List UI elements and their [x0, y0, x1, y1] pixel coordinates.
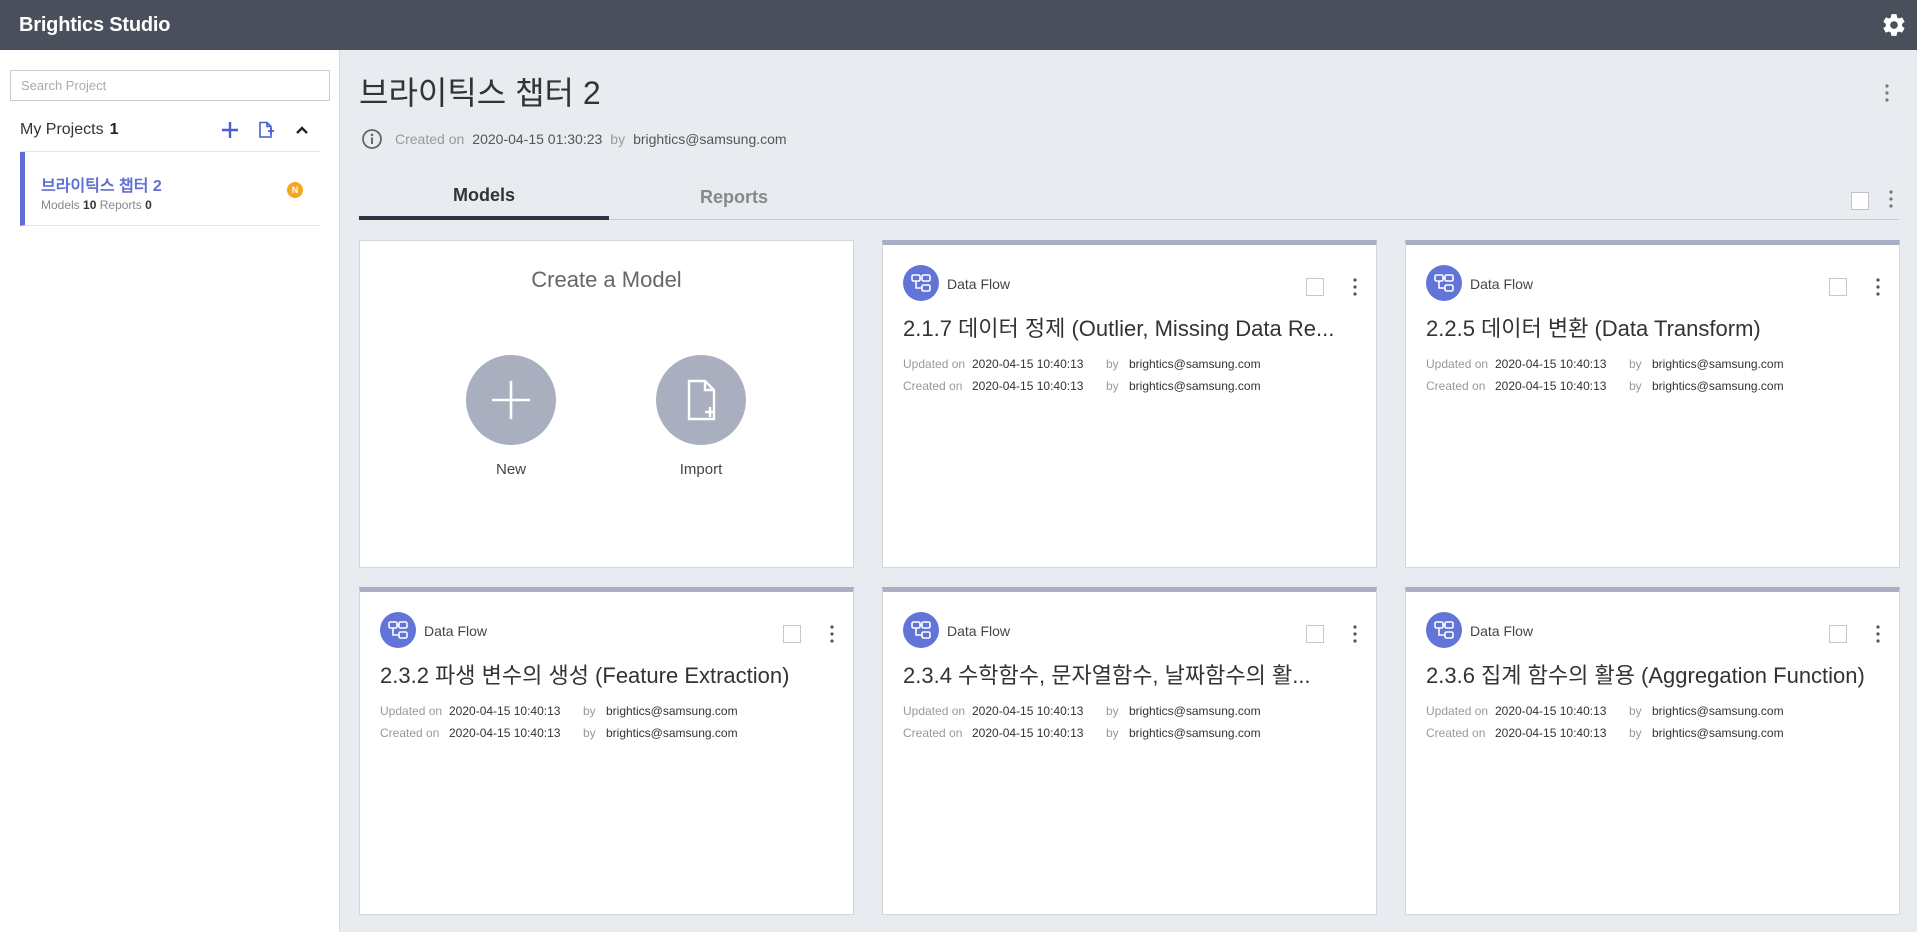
- model-checkbox[interactable]: [1306, 625, 1324, 643]
- plus-icon: [492, 381, 530, 419]
- select-all-checkbox[interactable]: [1851, 192, 1869, 210]
- model-updated-row: Updated on 2020-04-15 10:40:13 by brightics…: [903, 704, 1261, 718]
- my-projects-label: My Projects: [20, 121, 104, 138]
- model-card[interactable]: Data Flow 2.3.4 수학함수, 문자열함수, 날짜함수의 활... …: [882, 587, 1377, 915]
- info-icon: [362, 129, 382, 149]
- project-info: Created on 2020-04-15 01:30:23 by bright…: [361, 128, 787, 150]
- model-updated-row: Updated on 2020-04-15 10:40:13 by brightics…: [1426, 704, 1784, 718]
- file-plus-icon: [687, 379, 716, 421]
- created-label: Created on: [395, 131, 465, 147]
- model-created-row: Created on 2020-04-15 10:40:13 by brightics…: [1426, 726, 1784, 740]
- model-updated-row: Updated on 2020-04-15 10:40:13 by brightics…: [1426, 357, 1784, 371]
- main-content: 브라이틱스 챕터 2 Created on 2020-04-15 01:30:2…: [341, 50, 1917, 932]
- new-model-button[interactable]: New: [466, 355, 556, 478]
- tab-models[interactable]: Models: [359, 174, 609, 220]
- project-item-title[interactable]: 브라이틱스 챕터 2: [41, 172, 162, 196]
- model-type: Data Flow: [1470, 276, 1534, 292]
- import-file-icon: [259, 121, 274, 138]
- app-title[interactable]: Brightics Studio: [19, 14, 170, 37]
- model-created-row: Created on 2020-04-15 10:40:13 by brightics…: [903, 379, 1261, 393]
- more-vertical-icon[interactable]: [1883, 186, 1899, 212]
- data-flow-icon: [1426, 265, 1462, 301]
- more-vertical-icon[interactable]: [827, 621, 837, 647]
- new-badge: N: [287, 182, 303, 198]
- model-checkbox[interactable]: [783, 625, 801, 643]
- model-updated-row: Updated on 2020-04-15 10:40:13 by brightics…: [380, 704, 738, 718]
- my-projects-count: 1: [109, 121, 119, 138]
- search-project-input[interactable]: [10, 70, 330, 101]
- top-bar: Brightics Studio: [0, 0, 1917, 50]
- model-type: Data Flow: [1470, 623, 1534, 639]
- project-item-meta: Models 10 Reports 0: [41, 198, 152, 212]
- gear-icon[interactable]: [1881, 12, 1907, 38]
- import-label: Import: [679, 461, 723, 478]
- more-vertical-icon[interactable]: [1873, 621, 1883, 647]
- model-updated-row: Updated on 2020-04-15 10:40:13 by brightics…: [903, 357, 1261, 371]
- data-flow-icon: [903, 612, 939, 648]
- data-flow-icon: [380, 612, 416, 648]
- import-model-button[interactable]: Import: [656, 355, 746, 478]
- model-card[interactable]: Data Flow 2.3.2 파생 변수의 생성 (Feature Extra…: [359, 587, 854, 915]
- model-created-row: Created on 2020-04-15 10:40:13 by brightics…: [1426, 379, 1784, 393]
- model-created-row: Created on 2020-04-15 10:40:13 by brightics…: [380, 726, 738, 740]
- tab-reports[interactable]: Reports: [609, 174, 859, 220]
- sidebar: My Projects 1 브라이틱스 챕터 2 Models 10 Repor…: [0, 50, 340, 932]
- create-model-title: Create a Model: [531, 267, 682, 292]
- create-model-card: Create a Model New Import: [359, 240, 854, 568]
- model-card[interactable]: Data Flow 2.1.7 데이터 정제 (Outlier, Missing…: [882, 240, 1377, 568]
- data-flow-icon: [1426, 612, 1462, 648]
- model-type: Data Flow: [947, 623, 1011, 639]
- more-vertical-icon[interactable]: [1350, 274, 1360, 300]
- project-list-item[interactable]: 브라이틱스 챕터 2 Models 10 Reports 0 N: [20, 152, 320, 226]
- model-type: Data Flow: [947, 276, 1011, 292]
- model-title[interactable]: 2.3.4 수학함수, 문자열함수, 날짜함수의 활...: [903, 658, 1343, 690]
- model-title[interactable]: 2.1.7 데이터 정제 (Outlier, Missing Data Re..…: [903, 311, 1343, 343]
- more-vertical-icon[interactable]: [1873, 274, 1883, 300]
- model-checkbox[interactable]: [1306, 278, 1324, 296]
- created-date: 2020-04-15 01:30:23: [472, 131, 603, 147]
- model-card[interactable]: Data Flow 2.2.5 데이터 변환 (Data Transform) …: [1405, 240, 1900, 568]
- model-card[interactable]: Data Flow 2.3.6 집계 함수의 활용 (Aggregation F…: [1405, 587, 1900, 915]
- my-projects-header: My Projects 1: [20, 116, 320, 144]
- more-vertical-icon[interactable]: [1879, 80, 1895, 106]
- chevron-up-icon: [296, 126, 308, 134]
- model-title[interactable]: 2.3.2 파생 변수의 생성 (Feature Extraction): [380, 658, 820, 690]
- plus-icon: [222, 122, 238, 138]
- creator-email: brightics@samsung.com: [633, 131, 787, 147]
- model-created-row: Created on 2020-04-15 10:40:13 by brightics…: [903, 726, 1261, 740]
- data-flow-icon: [903, 265, 939, 301]
- model-title[interactable]: 2.3.6 집계 함수의 활용 (Aggregation Function): [1426, 658, 1866, 690]
- by-label: by: [610, 131, 626, 147]
- collapse-projects-button[interactable]: [290, 118, 314, 142]
- tab-bar: Models Reports: [359, 174, 1899, 220]
- import-project-button[interactable]: [254, 118, 278, 142]
- new-label: New: [495, 461, 526, 478]
- model-title[interactable]: 2.2.5 데이터 변환 (Data Transform): [1426, 311, 1866, 343]
- page-title: 브라이틱스 챕터 2: [359, 75, 601, 111]
- more-vertical-icon[interactable]: [1350, 621, 1360, 647]
- import-model-circle[interactable]: [656, 355, 746, 445]
- add-project-button[interactable]: [218, 118, 242, 142]
- model-checkbox[interactable]: [1829, 278, 1847, 296]
- model-type: Data Flow: [424, 623, 488, 639]
- model-checkbox[interactable]: [1829, 625, 1847, 643]
- new-model-circle[interactable]: [466, 355, 556, 445]
